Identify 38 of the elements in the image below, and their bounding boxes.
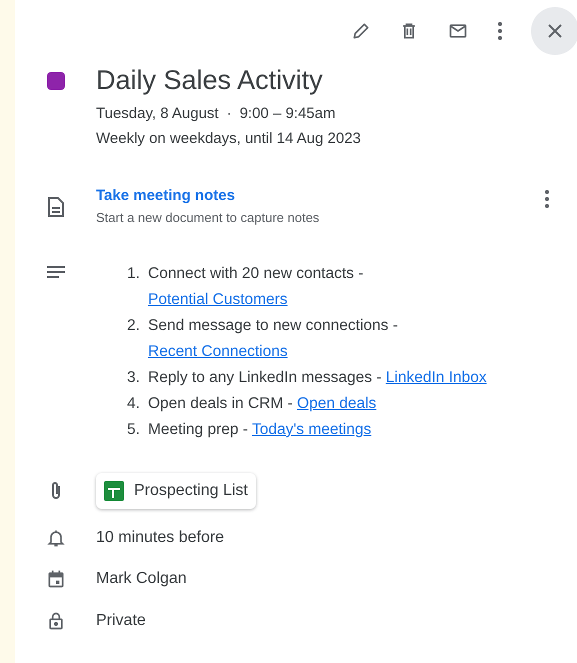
list-item-link[interactable]: Recent Connections: [148, 343, 288, 360]
edit-icon[interactable]: [351, 21, 371, 41]
document-icon: [46, 197, 64, 217]
list-item-link[interactable]: Today's meetings: [252, 421, 372, 438]
description-icon: [46, 265, 66, 279]
list-item-link[interactable]: Potential Customers: [148, 291, 288, 308]
list-item-link[interactable]: LinkedIn Inbox: [386, 369, 487, 386]
attachment-name: Prospecting List: [134, 481, 248, 501]
list-item-text: Reply to any LinkedIn messages - LinkedIn Inbox: [148, 368, 488, 388]
list-item-link[interactable]: Open deals: [297, 395, 376, 412]
take-notes-link[interactable]: Take meeting notes: [96, 185, 235, 207]
separator-dot: ·: [226, 104, 232, 124]
close-icon: [547, 23, 563, 39]
bell-icon: [46, 528, 66, 548]
list-number: 4.: [127, 394, 141, 414]
event-time: 9:00 – 9:45am: [240, 104, 336, 124]
notes-subtitle: Start a new document to capture notes: [96, 209, 320, 227]
list-number: 2.: [127, 316, 141, 336]
list-item-text: Open deals in CRM - Open deals: [148, 394, 378, 414]
event-date: Tuesday, 8 August: [96, 104, 219, 124]
list-item-text: Connect with 20 new contacts - Potential Customers: [148, 264, 364, 310]
calendar-icon: [46, 569, 66, 590]
list-item-text: Send message to new connections - Recent Connections: [148, 316, 399, 362]
list-number: 5.: [127, 420, 141, 440]
event-title: Daily Sales Activity: [96, 64, 324, 97]
detail-text: Private: [96, 610, 146, 631]
close-button[interactable]: [531, 7, 577, 55]
attachment-chip[interactable]: Prospecting List: [96, 473, 256, 509]
detail-text: Mark Colgan: [96, 569, 187, 590]
paperclip-icon: [50, 481, 62, 501]
list-number: 3.: [127, 368, 141, 388]
event-recurrence: Weekly on weekdays, until 14 Aug 2023: [96, 129, 361, 149]
spreadsheet-icon: [104, 481, 124, 501]
list-number: 1.: [127, 264, 141, 284]
more-icon[interactable]: [497, 21, 503, 41]
detail-text: 10 minutes before: [96, 528, 224, 548]
list-item-text: Meeting prep - Today's meetings: [148, 420, 372, 440]
notes-more-icon[interactable]: [544, 189, 550, 209]
